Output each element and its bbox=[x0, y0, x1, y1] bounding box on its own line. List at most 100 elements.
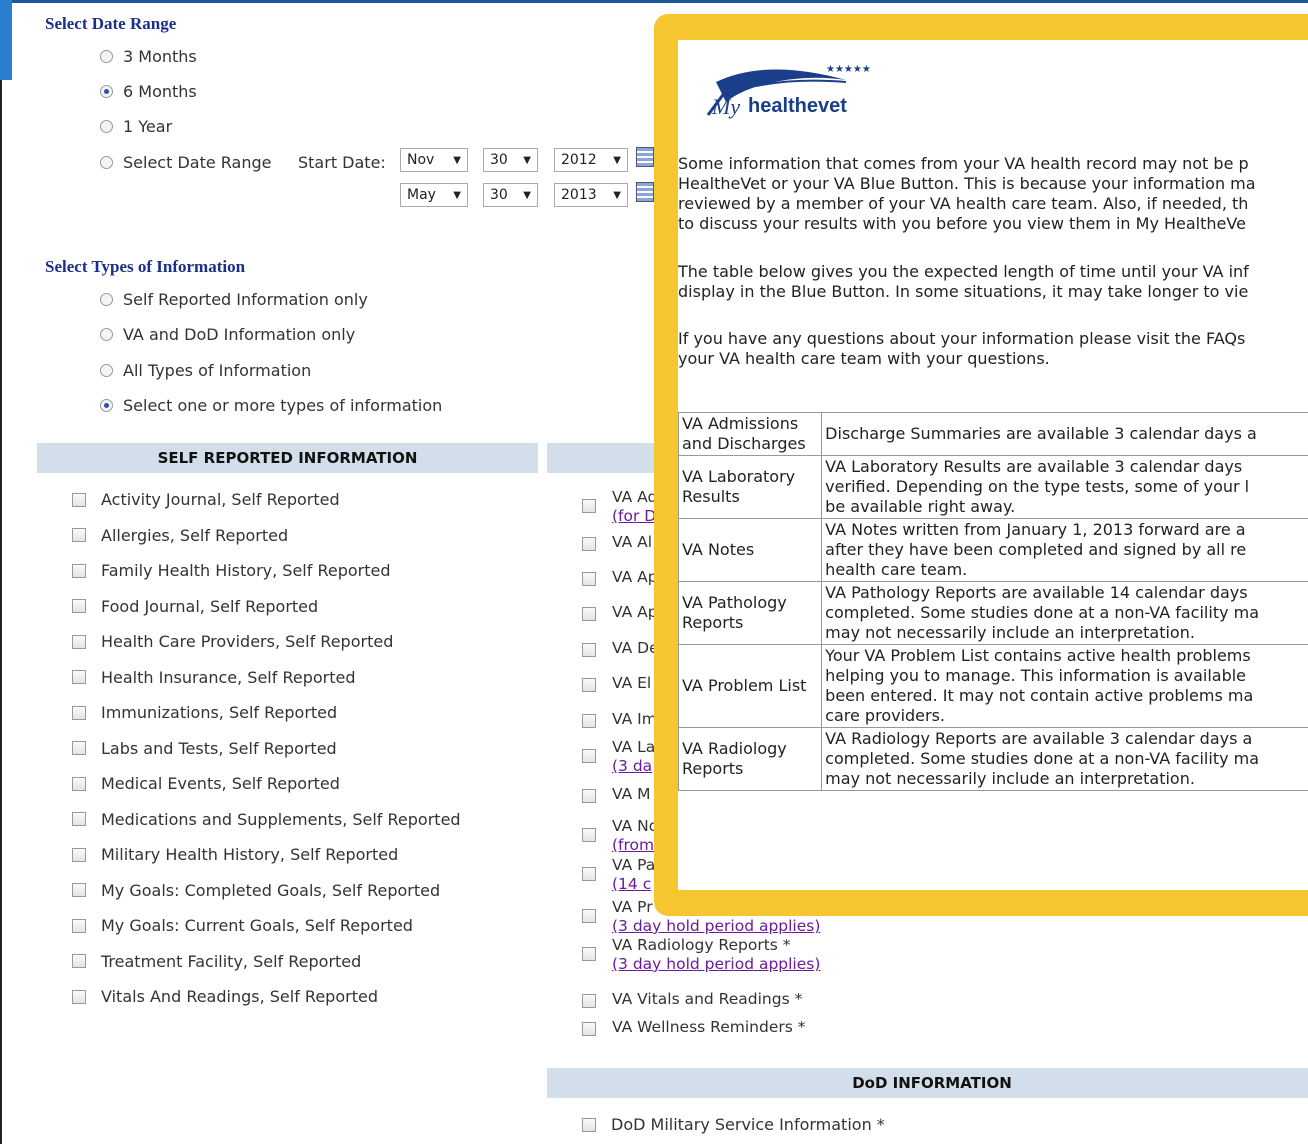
checkbox-icon[interactable] bbox=[72, 528, 86, 542]
checkbox-self-reported-item[interactable]: Allergies, Self Reported bbox=[72, 526, 288, 545]
hold-period-link[interactable]: (3 day hold period applies) bbox=[612, 917, 820, 936]
checkbox-self-reported-item[interactable]: Medical Events, Self Reported bbox=[72, 774, 340, 793]
checkbox-self-reported-item[interactable]: Health Care Providers, Self Reported bbox=[72, 632, 393, 651]
svg-text:healthevet: healthevet bbox=[748, 95, 847, 117]
checkbox-icon[interactable] bbox=[582, 499, 596, 513]
intro-paragraph: Some information that comes from your VA… bbox=[678, 154, 1256, 233]
checkbox-self-reported-item[interactable]: Food Journal, Self Reported bbox=[72, 597, 318, 616]
radio-icon[interactable] bbox=[100, 50, 113, 63]
checkbox-icon[interactable] bbox=[72, 776, 86, 791]
checkbox-icon[interactable] bbox=[72, 492, 86, 507]
checkbox-icon[interactable] bbox=[582, 909, 596, 923]
table-row-label: VA Admissions and Discharges bbox=[678, 412, 823, 456]
checkbox-icon[interactable] bbox=[582, 607, 596, 621]
table-row-description: Your VA Problem List contains active hea… bbox=[821, 644, 1308, 728]
radio-icon[interactable] bbox=[100, 364, 113, 377]
checkbox-icon[interactable] bbox=[582, 678, 596, 692]
checkbox-icon[interactable] bbox=[72, 918, 86, 933]
chevron-down-icon: ▼ bbox=[523, 189, 531, 201]
checkbox-self-reported-item[interactable]: My Goals: Current Goals, Self Reported bbox=[72, 916, 413, 935]
checkbox-self-reported-item[interactable]: My Goals: Completed Goals, Self Reported bbox=[72, 881, 440, 900]
checkbox-icon[interactable] bbox=[72, 989, 86, 1004]
va-item-label: VA Ad bbox=[612, 488, 658, 506]
radio-self-reported-only[interactable]: Self Reported Information only bbox=[100, 290, 368, 309]
hold-period-link[interactable]: (14 c bbox=[612, 875, 655, 894]
checkbox-self-reported-item[interactable]: Medications and Supplements, Self Report… bbox=[72, 810, 461, 829]
calendar-icon[interactable] bbox=[636, 147, 654, 167]
svg-text:★★★★★: ★★★★★ bbox=[826, 64, 871, 75]
table-row-description: Discharge Summaries are available 3 cale… bbox=[821, 412, 1308, 456]
table-row: VA Laboratory Results VA Laboratory Result… bbox=[678, 455, 1308, 519]
calendar-icon[interactable] bbox=[636, 182, 654, 202]
checkbox-dod-military-service[interactable]: DoD Military Service Information * bbox=[582, 1115, 885, 1134]
checkbox-icon[interactable] bbox=[582, 643, 596, 657]
checkbox-icon[interactable] bbox=[72, 563, 86, 578]
radio-icon[interactable] bbox=[100, 293, 113, 306]
checkbox-icon[interactable] bbox=[72, 670, 86, 684]
date-range-title: Select Date Range bbox=[45, 14, 177, 33]
checkbox-icon[interactable] bbox=[582, 867, 596, 881]
checkbox-icon[interactable] bbox=[582, 1117, 596, 1132]
checkbox-icon[interactable] bbox=[72, 847, 86, 862]
radio-selected-icon[interactable] bbox=[100, 85, 113, 98]
checkbox-self-reported-item[interactable]: Immunizations, Self Reported bbox=[72, 703, 337, 722]
radio-icon[interactable] bbox=[100, 120, 113, 133]
radio-selected-icon[interactable] bbox=[100, 399, 113, 412]
start-year-select[interactable]: 2012 ▼ bbox=[554, 148, 628, 172]
checkbox-icon[interactable] bbox=[72, 954, 86, 968]
checkbox-self-reported-item[interactable]: Treatment Facility, Self Reported bbox=[72, 952, 361, 971]
radio-icon[interactable] bbox=[100, 328, 113, 341]
checkbox-icon[interactable] bbox=[72, 634, 86, 649]
radio-select-date-range[interactable]: Select Date Range bbox=[100, 153, 271, 172]
checkbox-self-reported-item[interactable]: Labs and Tests, Self Reported bbox=[72, 739, 337, 758]
checkbox-icon[interactable] bbox=[582, 572, 596, 586]
checkbox-self-reported-item[interactable]: Vitals And Readings, Self Reported bbox=[72, 987, 378, 1006]
radio-all-types[interactable]: All Types of Information bbox=[100, 361, 311, 380]
checkbox-icon[interactable] bbox=[582, 714, 596, 728]
end-month-select[interactable]: May ▼ bbox=[400, 183, 468, 207]
checkbox-icon[interactable] bbox=[582, 537, 596, 551]
end-day-select[interactable]: 30 ▼ bbox=[483, 183, 538, 207]
types-title: Select Types of Information bbox=[45, 257, 246, 276]
checkbox-icon[interactable] bbox=[72, 705, 86, 720]
start-month-select[interactable]: Nov ▼ bbox=[400, 148, 468, 172]
chevron-down-icon: ▼ bbox=[453, 189, 461, 201]
checkbox-self-reported-item[interactable]: Military Health History, Self Reported bbox=[72, 845, 398, 864]
table-row: VA Admissions and Discharges Discharge Sum… bbox=[678, 412, 1308, 456]
hold-period-link[interactable]: (3 da bbox=[612, 757, 655, 776]
checkbox-icon[interactable] bbox=[582, 994, 596, 1008]
checkbox-icon[interactable] bbox=[582, 947, 596, 961]
radio-icon[interactable] bbox=[100, 156, 113, 169]
myhealthevet-logo: ★★★★★ My healthevet bbox=[706, 64, 871, 119]
radio-select-types[interactable]: Select one or more types of information bbox=[100, 396, 442, 415]
hold-period-link[interactable]: (for D bbox=[612, 507, 657, 526]
radio-6-months[interactable]: 6 Months bbox=[100, 82, 197, 101]
radio-1-year[interactable]: 1 Year bbox=[100, 117, 172, 136]
table-row: VA Notes VA Notes written from January 1,… bbox=[678, 518, 1308, 582]
va-item-label: VA Im bbox=[612, 710, 657, 728]
checkbox-icon[interactable] bbox=[72, 812, 86, 826]
checkbox-icon[interactable] bbox=[582, 828, 596, 842]
dod-header: DoD INFORMATION bbox=[547, 1068, 1308, 1098]
start-day-select[interactable]: 30 ▼ bbox=[483, 148, 538, 172]
radio-va-dod-only[interactable]: VA and DoD Information only bbox=[100, 325, 355, 344]
end-year-select[interactable]: 2013 ▼ bbox=[554, 183, 628, 207]
table-row: VA Radiology Reports VA Radiology Reports … bbox=[678, 727, 1308, 791]
checkbox-self-reported-item[interactable]: Activity Journal, Self Reported bbox=[72, 490, 340, 509]
checkbox-self-reported-item[interactable]: Family Health History, Self Reported bbox=[72, 561, 391, 580]
checkbox-self-reported-item[interactable]: Health Insurance, Self Reported bbox=[72, 668, 356, 687]
va-item-label: VA De bbox=[612, 639, 659, 657]
radio-3-months[interactable]: 3 Months bbox=[100, 47, 197, 66]
hold-period-link[interactable]: (3 day hold period applies) bbox=[612, 955, 820, 974]
va-item-label: VA Al bbox=[612, 533, 653, 551]
hold-period-link[interactable]: (from bbox=[612, 836, 658, 855]
va-item-label: VA Vitals and Readings * bbox=[612, 990, 803, 1008]
checkbox-icon[interactable] bbox=[582, 1022, 596, 1036]
checkbox-icon[interactable] bbox=[72, 599, 86, 613]
checkbox-icon[interactable] bbox=[72, 741, 86, 755]
checkbox-icon[interactable] bbox=[72, 883, 86, 897]
checkbox-icon[interactable] bbox=[582, 749, 596, 763]
checkbox-icon[interactable] bbox=[582, 789, 596, 803]
va-item-label: VA Pa bbox=[612, 856, 656, 874]
va-item-label: VA La bbox=[612, 738, 656, 756]
